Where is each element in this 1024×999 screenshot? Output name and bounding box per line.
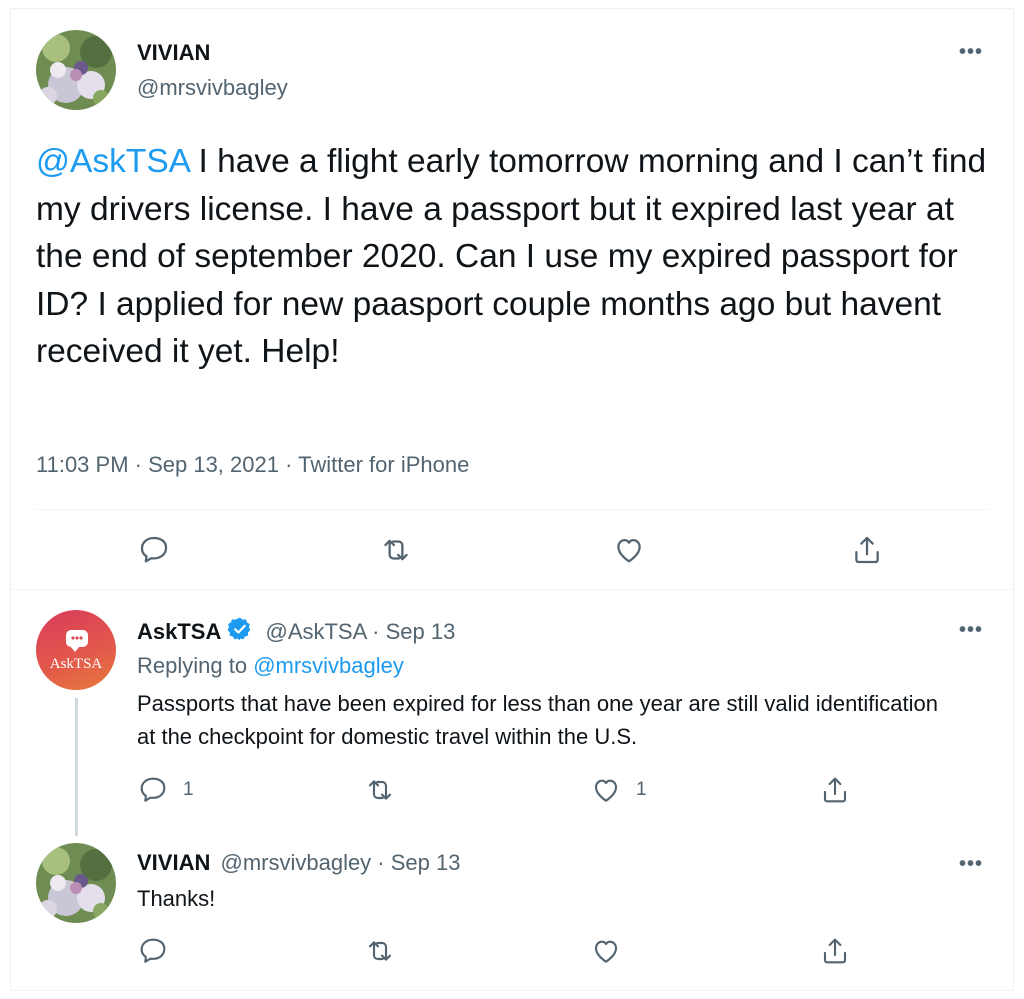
author-handle[interactable]: @mrsvivbagley (137, 75, 288, 101)
reply-button[interactable] (137, 533, 171, 567)
thread-line (75, 698, 78, 836)
frame-top-border (10, 8, 1014, 9)
like-button[interactable] (612, 533, 646, 567)
reply-count: 1 (183, 779, 194, 800)
reply-button[interactable] (137, 935, 169, 967)
author-name[interactable]: AskTSA (137, 619, 221, 644)
reply-icon (140, 938, 166, 963)
author-name[interactable]: VIVIAN (137, 850, 210, 875)
more-options-button[interactable]: ••• (959, 620, 983, 640)
retweet-button[interactable] (364, 935, 396, 967)
like-icon (617, 538, 641, 563)
author-handle[interactable]: @mrsvivbagley · Sep 13 (220, 850, 460, 875)
divider (36, 509, 988, 510)
share-button[interactable] (819, 935, 851, 967)
flower-avatar-icon (36, 843, 116, 923)
vivian-avatar[interactable] (36, 30, 116, 110)
frame-right-border (1013, 8, 1014, 991)
reply-icon (140, 777, 166, 802)
section-divider (10, 589, 1014, 590)
reply-text: Thanks! (137, 886, 216, 911)
more-options-button[interactable]: ••• (959, 854, 983, 874)
asktsa-avatar-text: AskTSA (49, 656, 103, 672)
retweet-button[interactable] (379, 533, 413, 567)
chat-dots-icon (71, 636, 83, 640)
like-icon (594, 940, 618, 963)
share-icon (823, 938, 847, 964)
author-name[interactable]: VIVIAN (137, 40, 210, 66)
like-button[interactable]: 1 (590, 774, 647, 806)
retweet-icon (368, 941, 392, 961)
retweet-icon (384, 539, 408, 561)
replying-prefix: Replying to (137, 653, 254, 678)
like-button[interactable] (590, 935, 622, 967)
reply-header: VIVIAN @mrsvivbagley · Sep 13 (137, 850, 460, 876)
share-button[interactable] (850, 533, 884, 567)
vivian-avatar[interactable] (36, 843, 116, 923)
reply-button[interactable]: 1 (137, 774, 194, 806)
replying-to: Replying to @mrsvivbagley (137, 653, 404, 679)
asktsa-avatar[interactable]: AskTSA (36, 610, 116, 690)
flower-avatar-icon (36, 30, 116, 110)
replying-handle[interactable]: @mrsvivbagley (253, 653, 404, 678)
bottom-divider (10, 990, 1014, 991)
tweet-text: @AskTSA I have a flight early tomorrow m… (36, 138, 996, 376)
share-icon (855, 536, 879, 564)
reply-text: Passports that have been expired for les… (137, 691, 939, 749)
frame-left-border (10, 8, 11, 991)
retweet-icon (368, 780, 392, 800)
reply-icon (140, 536, 168, 563)
more-options-button[interactable]: ••• (959, 42, 983, 62)
retweet-button[interactable] (364, 774, 396, 806)
share-icon (823, 777, 847, 803)
share-button[interactable] (819, 774, 851, 806)
verified-badge-icon (227, 617, 251, 641)
like-count: 1 (636, 779, 647, 800)
like-icon (594, 779, 618, 802)
reply-header: AskTSA @AskTSA · Sep 13 (137, 616, 455, 645)
author-handle[interactable]: @AskTSA · Sep 13 (265, 619, 455, 644)
tweet-timestamp[interactable]: 11:03 PM · Sep 13, 2021 · Twitter for iP… (36, 452, 469, 478)
mention-link[interactable]: @AskTSA (36, 143, 189, 180)
